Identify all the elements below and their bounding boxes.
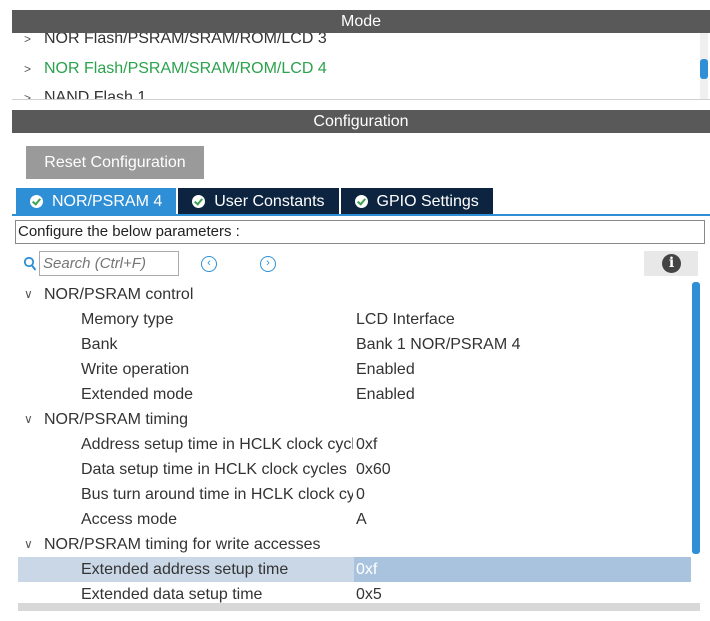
param-value[interactable]: 0xf bbox=[356, 432, 377, 457]
tab-label: GPIO Settings bbox=[376, 192, 479, 210]
param-name: Data setup time in HCLK clock cycles bbox=[81, 461, 347, 478]
info-icon: i bbox=[662, 254, 681, 273]
mode-item-lcd3[interactable]: > NOR Flash/PSRAM/SRAM/ROM/LCD 3 bbox=[24, 33, 327, 51]
reset-configuration-button[interactable]: Reset Configuration bbox=[26, 146, 204, 179]
param-row[interactable]: Memory type LCD Interface bbox=[18, 307, 691, 332]
config-tabs: NOR/PSRAM 4 User Constants GPIO Settings bbox=[16, 188, 495, 215]
param-name: Bus turn around time in HCLK clock cyc bbox=[81, 486, 353, 503]
search-icon bbox=[23, 256, 37, 271]
param-name: Write operation bbox=[81, 361, 190, 378]
chevron-right-icon: > bbox=[24, 62, 32, 76]
mode-item-label: NOR Flash/PSRAM/SRAM/ROM/LCD 4 bbox=[44, 60, 327, 77]
param-row[interactable]: Bus turn around time in HCLK clock cyc 0 bbox=[18, 482, 691, 507]
horizontal-scrollbar[interactable] bbox=[18, 603, 700, 611]
mode-list: > NOR Flash/PSRAM/SRAM/ROM/LCD 3 > NOR Fla… bbox=[12, 33, 710, 100]
search-input[interactable] bbox=[39, 251, 179, 276]
param-row[interactable]: Extended mode Enabled bbox=[18, 382, 691, 407]
param-row-selected[interactable]: Extended address setup time 0xf bbox=[18, 557, 691, 582]
tab-user-constants[interactable]: User Constants bbox=[178, 188, 339, 215]
param-value[interactable]: Enabled bbox=[356, 357, 415, 382]
mode-scrollbar[interactable] bbox=[700, 33, 708, 99]
param-row[interactable]: Write operation Enabled bbox=[18, 357, 691, 382]
top-panel-remnant bbox=[12, 0, 710, 10]
group-label: NOR/PSRAM timing for write accesses bbox=[44, 536, 321, 553]
pinout-configuration-window: Mode > NOR Flash/PSRAM/SRAM/ROM/LCD 3 > NO… bbox=[0, 0, 710, 621]
chevron-right-icon: > bbox=[24, 91, 32, 100]
info-button[interactable]: i bbox=[644, 251, 698, 276]
mode-item-nand1[interactable]: > NAND Flash 1 bbox=[24, 85, 147, 100]
param-name: Access mode bbox=[81, 511, 178, 528]
group-nor-psram-timing[interactable]: ∨ NOR/PSRAM timing bbox=[18, 407, 691, 432]
check-circle-icon bbox=[30, 195, 43, 208]
chevron-left-circle-icon[interactable]: ‹ bbox=[201, 256, 217, 272]
mode-scrollbar-thumb[interactable] bbox=[700, 59, 708, 79]
param-value[interactable]: 0 bbox=[356, 482, 365, 507]
group-nor-psram-control[interactable]: ∨ NOR/PSRAM control bbox=[18, 282, 691, 307]
param-value[interactable]: A bbox=[356, 507, 367, 532]
param-name: Address setup time in HCLK clock cycl. bbox=[81, 436, 353, 453]
param-name: Bank bbox=[81, 336, 118, 353]
tab-label: NOR/PSRAM 4 bbox=[52, 192, 163, 210]
tab-label: User Constants bbox=[214, 192, 325, 210]
mode-section-header: Mode bbox=[12, 10, 710, 33]
param-row[interactable]: Data setup time in HCLK clock cycles 0x6… bbox=[18, 457, 691, 482]
mode-item-label: NOR Flash/PSRAM/SRAM/ROM/LCD 3 bbox=[44, 33, 327, 47]
mode-item-lcd4[interactable]: > NOR Flash/PSRAM/SRAM/ROM/LCD 4 bbox=[24, 56, 327, 81]
configure-description: Configure the below parameters : bbox=[15, 220, 705, 244]
param-name: Memory type bbox=[81, 311, 174, 328]
tab-gpio-settings[interactable]: GPIO Settings bbox=[340, 188, 493, 215]
param-row[interactable]: Access mode A bbox=[18, 507, 691, 532]
chevron-right-icon: > bbox=[24, 33, 32, 46]
param-value[interactable]: LCD Interface bbox=[356, 307, 455, 332]
param-value[interactable]: 0x60 bbox=[356, 457, 391, 482]
param-value[interactable]: Bank 1 NOR/PSRAM 4 bbox=[356, 332, 521, 357]
parameter-tree: ∨ NOR/PSRAM control Memory type LCD Inte… bbox=[18, 282, 691, 607]
param-name: Extended address setup time bbox=[81, 561, 289, 578]
chevron-down-icon: ∨ bbox=[24, 287, 33, 301]
tab-underline bbox=[12, 214, 710, 216]
group-label: NOR/PSRAM control bbox=[44, 286, 194, 303]
param-row[interactable]: Address setup time in HCLK clock cycl. 0… bbox=[18, 432, 691, 457]
param-row[interactable]: Bank Bank 1 NOR/PSRAM 4 bbox=[18, 332, 691, 357]
chevron-right-circle-icon[interactable]: › bbox=[260, 256, 276, 272]
check-circle-icon bbox=[192, 195, 206, 208]
mode-item-label: NAND Flash 1 bbox=[44, 89, 147, 100]
param-value[interactable]: Enabled bbox=[356, 382, 415, 407]
group-label: NOR/PSRAM timing bbox=[44, 411, 189, 428]
param-name: Extended mode bbox=[81, 386, 194, 403]
tree-scrollbar[interactable] bbox=[692, 282, 700, 554]
configuration-section-header: Configuration bbox=[12, 110, 710, 133]
chevron-down-icon: ∨ bbox=[24, 537, 33, 551]
param-value[interactable]: 0xf bbox=[354, 557, 691, 582]
chevron-down-icon: ∨ bbox=[24, 412, 33, 426]
group-nor-psram-timing-write[interactable]: ∨ NOR/PSRAM timing for write accesses bbox=[18, 532, 691, 557]
check-circle-icon bbox=[354, 195, 368, 208]
tab-nor-psram-4[interactable]: NOR/PSRAM 4 bbox=[16, 188, 177, 215]
